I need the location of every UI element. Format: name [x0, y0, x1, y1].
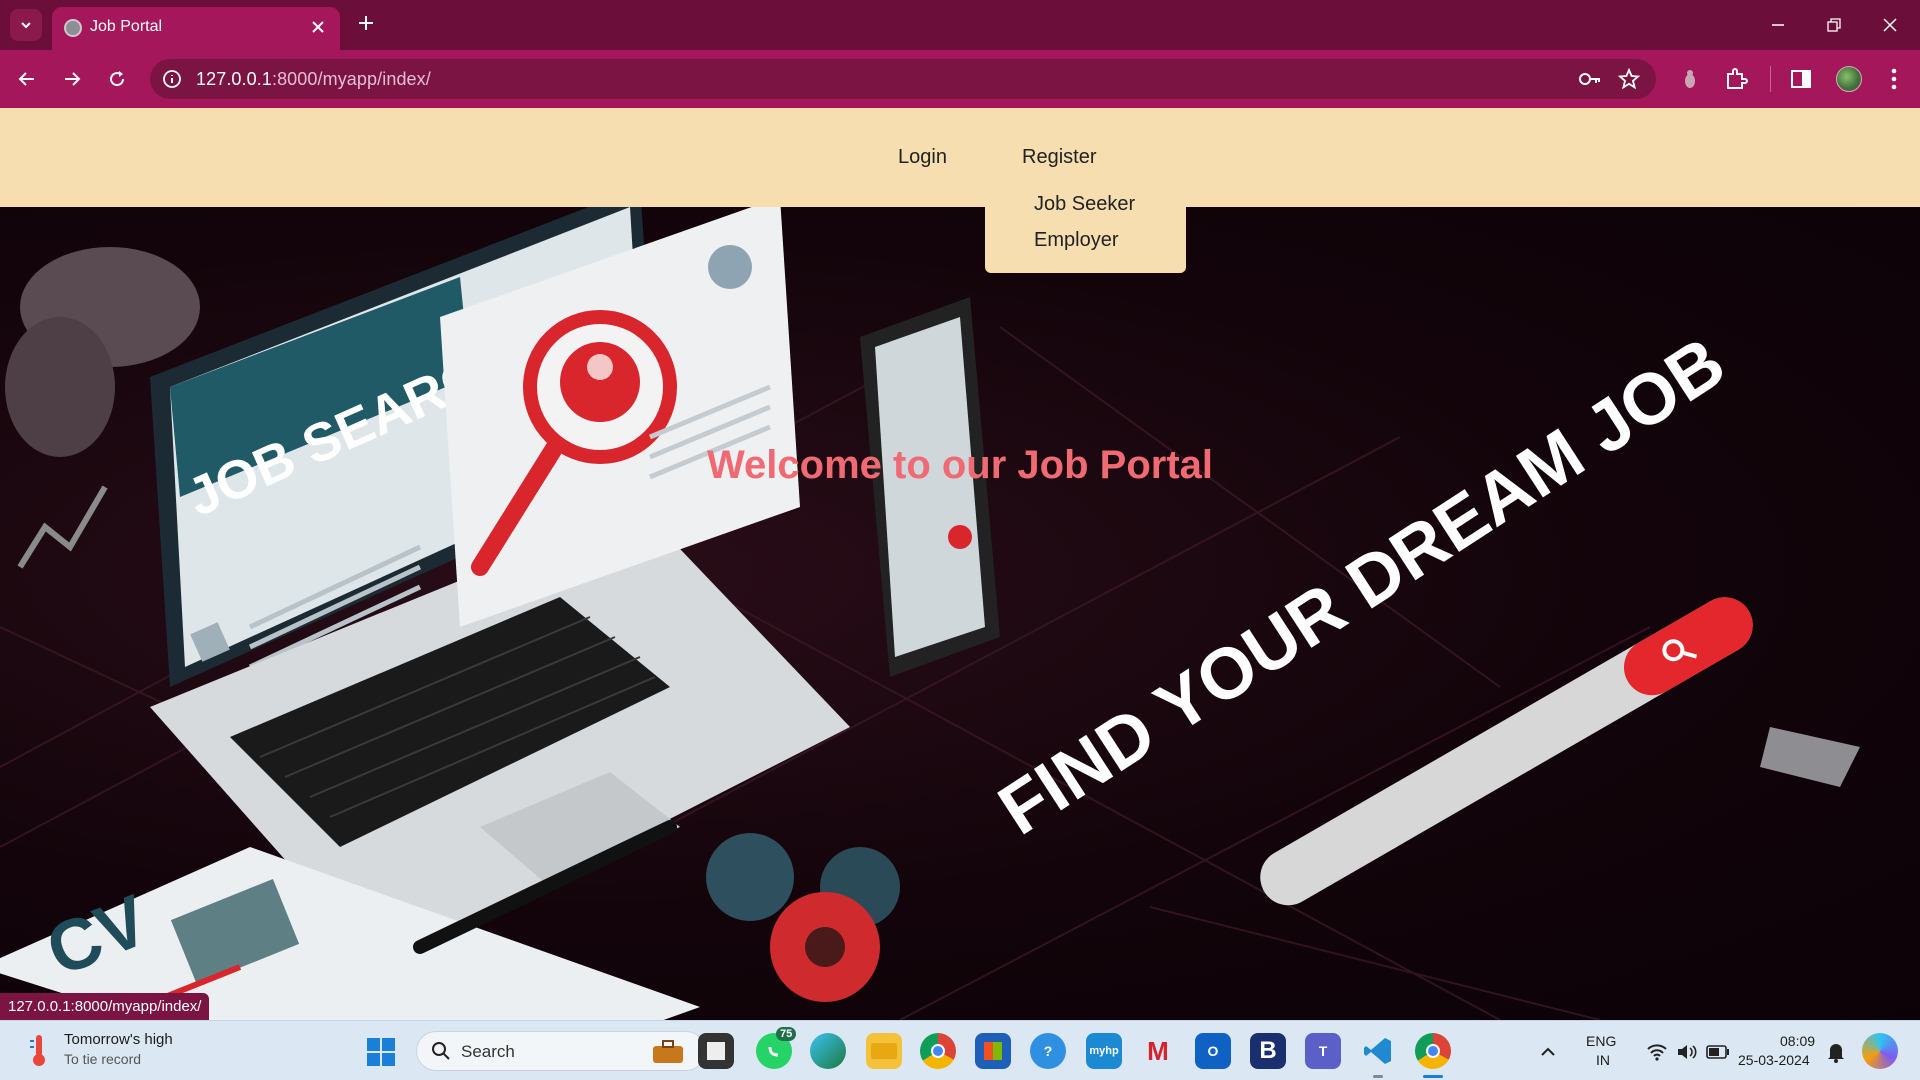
- start-icon: [367, 1038, 395, 1066]
- close-icon: [312, 21, 324, 33]
- minimize-icon: [1772, 24, 1784, 26]
- vscode-icon[interactable]: [1360, 1033, 1396, 1069]
- chevron-up-icon[interactable]: [1540, 1045, 1556, 1057]
- side-panel-icon[interactable]: [1787, 65, 1815, 93]
- favicon-globe-icon: [64, 19, 82, 37]
- site-navbar: Login Register: [0, 108, 1920, 207]
- active-tab[interactable]: Job Portal: [52, 7, 340, 50]
- window-close-icon: [1883, 18, 1897, 32]
- address-bar[interactable]: 127.0.0.1:8000/myapp/index/: [150, 59, 1656, 99]
- tab-title: Job Portal: [90, 18, 163, 35]
- extensions-puzzle-icon[interactable]: [1722, 65, 1750, 93]
- file-manager-icon[interactable]: [698, 1033, 734, 1069]
- tab-close-button[interactable]: [306, 15, 330, 39]
- chrome-profile-icon[interactable]: [1415, 1033, 1451, 1069]
- forward-icon: [65, 72, 81, 86]
- nav-register-link[interactable]: Register: [1022, 146, 1096, 169]
- search-icon: [432, 1042, 450, 1060]
- back-icon: [18, 72, 34, 86]
- url-host: 127.0.0.1: [196, 69, 272, 89]
- language-region[interactable]: IN: [1596, 1052, 1636, 1068]
- whatsapp-badge: 75: [776, 1027, 797, 1041]
- outlook-icon[interactable]: O: [1195, 1033, 1231, 1069]
- weather-title: Tomorrow's high: [64, 1031, 173, 1048]
- taskbar-search-label: Search: [461, 1042, 515, 1061]
- myhp-icon[interactable]: myhp: [1086, 1033, 1122, 1069]
- start-button[interactable]: [366, 1037, 396, 1072]
- windows-taskbar: Tomorrow's high To tie record Search 75 …: [0, 1020, 1920, 1080]
- forward-button[interactable]: [55, 62, 89, 96]
- dropdown-item-employer[interactable]: Employer: [1034, 229, 1118, 252]
- browser-toolbar: 127.0.0.1:8000/myapp/index/: [0, 50, 1920, 108]
- wifi-icon[interactable]: [1646, 1043, 1668, 1061]
- url-path: :8000/myapp/index/: [271, 69, 431, 89]
- briefcase-icon: [653, 1040, 683, 1063]
- avatar[interactable]: [1836, 66, 1862, 92]
- restore-button[interactable]: [1816, 10, 1852, 40]
- menu-kebab-icon[interactable]: [1880, 65, 1908, 93]
- link-status-url: 127.0.0.1:8000/myapp/index/: [0, 993, 210, 1020]
- reload-button[interactable]: [100, 62, 134, 96]
- weather-subtitle: To tie record: [64, 1051, 142, 1067]
- taskbar-search-box[interactable]: Search: [416, 1031, 706, 1071]
- edge-icon[interactable]: [810, 1033, 846, 1069]
- dropdown-item-job-seeker[interactable]: Job Seeker: [1034, 193, 1135, 216]
- running-indicator: [1373, 1075, 1383, 1078]
- extension-icon[interactable]: [1676, 65, 1704, 93]
- welcome-heading: Welcome to our Job Portal: [707, 443, 1213, 487]
- teams-icon[interactable]: T: [1305, 1033, 1341, 1069]
- language-code[interactable]: ENG: [1586, 1033, 1646, 1049]
- register-dropdown-menu: Job Seeker Employer: [985, 193, 1186, 273]
- thermometer-icon: [30, 1035, 45, 1066]
- store-icon[interactable]: [975, 1033, 1011, 1069]
- volume-icon[interactable]: [1676, 1043, 1698, 1061]
- new-tab-button[interactable]: [352, 10, 380, 38]
- tab-strip: Job Portal: [0, 0, 1920, 50]
- mcafee-icon[interactable]: M: [1140, 1033, 1176, 1069]
- bell-icon[interactable]: [1826, 1041, 1846, 1063]
- hero-illustration: JOB SEARCH FIND YOUR DREAM JOB CV: [0, 207, 1860, 1020]
- hero-dream-job-text: FIND YOUR DREAM JOB: [985, 322, 1739, 850]
- active-indicator: [1423, 1075, 1443, 1078]
- clock-time: 08:09: [1780, 1033, 1816, 1049]
- battery-icon[interactable]: [1706, 1045, 1730, 1059]
- tab-search-button[interactable]: [10, 9, 42, 41]
- whatsapp-icon[interactable]: 75: [756, 1027, 797, 1069]
- site-info-icon[interactable]: [162, 69, 182, 94]
- restore-icon: [1827, 18, 1841, 32]
- minimize-button[interactable]: [1760, 10, 1796, 40]
- url-text: 127.0.0.1:8000/myapp/index/: [196, 69, 431, 90]
- bookmark-star-icon[interactable]: [1617, 67, 1641, 95]
- reload-icon: [110, 71, 125, 87]
- chrome-icon[interactable]: [920, 1033, 956, 1069]
- new-tab-icon: [359, 16, 373, 30]
- hero-banner-image: JOB SEARCH FIND YOUR DREAM JOB CV: [0, 207, 1920, 1020]
- page-viewport: Login Register Job Seeker Employer JOB S…: [0, 108, 1920, 1020]
- window-close-button[interactable]: [1872, 10, 1908, 40]
- tips-icon[interactable]: ?: [1030, 1033, 1066, 1069]
- tab-search-icon: [21, 22, 31, 29]
- nav-login-link[interactable]: Login: [898, 146, 947, 169]
- toolbar-divider: [1770, 66, 1771, 92]
- back-button[interactable]: [10, 62, 44, 96]
- copilot-icon[interactable]: [1862, 1033, 1898, 1069]
- b-app-icon[interactable]: B: [1250, 1033, 1286, 1069]
- folder-icon[interactable]: [866, 1033, 902, 1069]
- clock-date: 25-03-2024: [1738, 1052, 1810, 1068]
- password-key-icon[interactable]: [1578, 68, 1602, 95]
